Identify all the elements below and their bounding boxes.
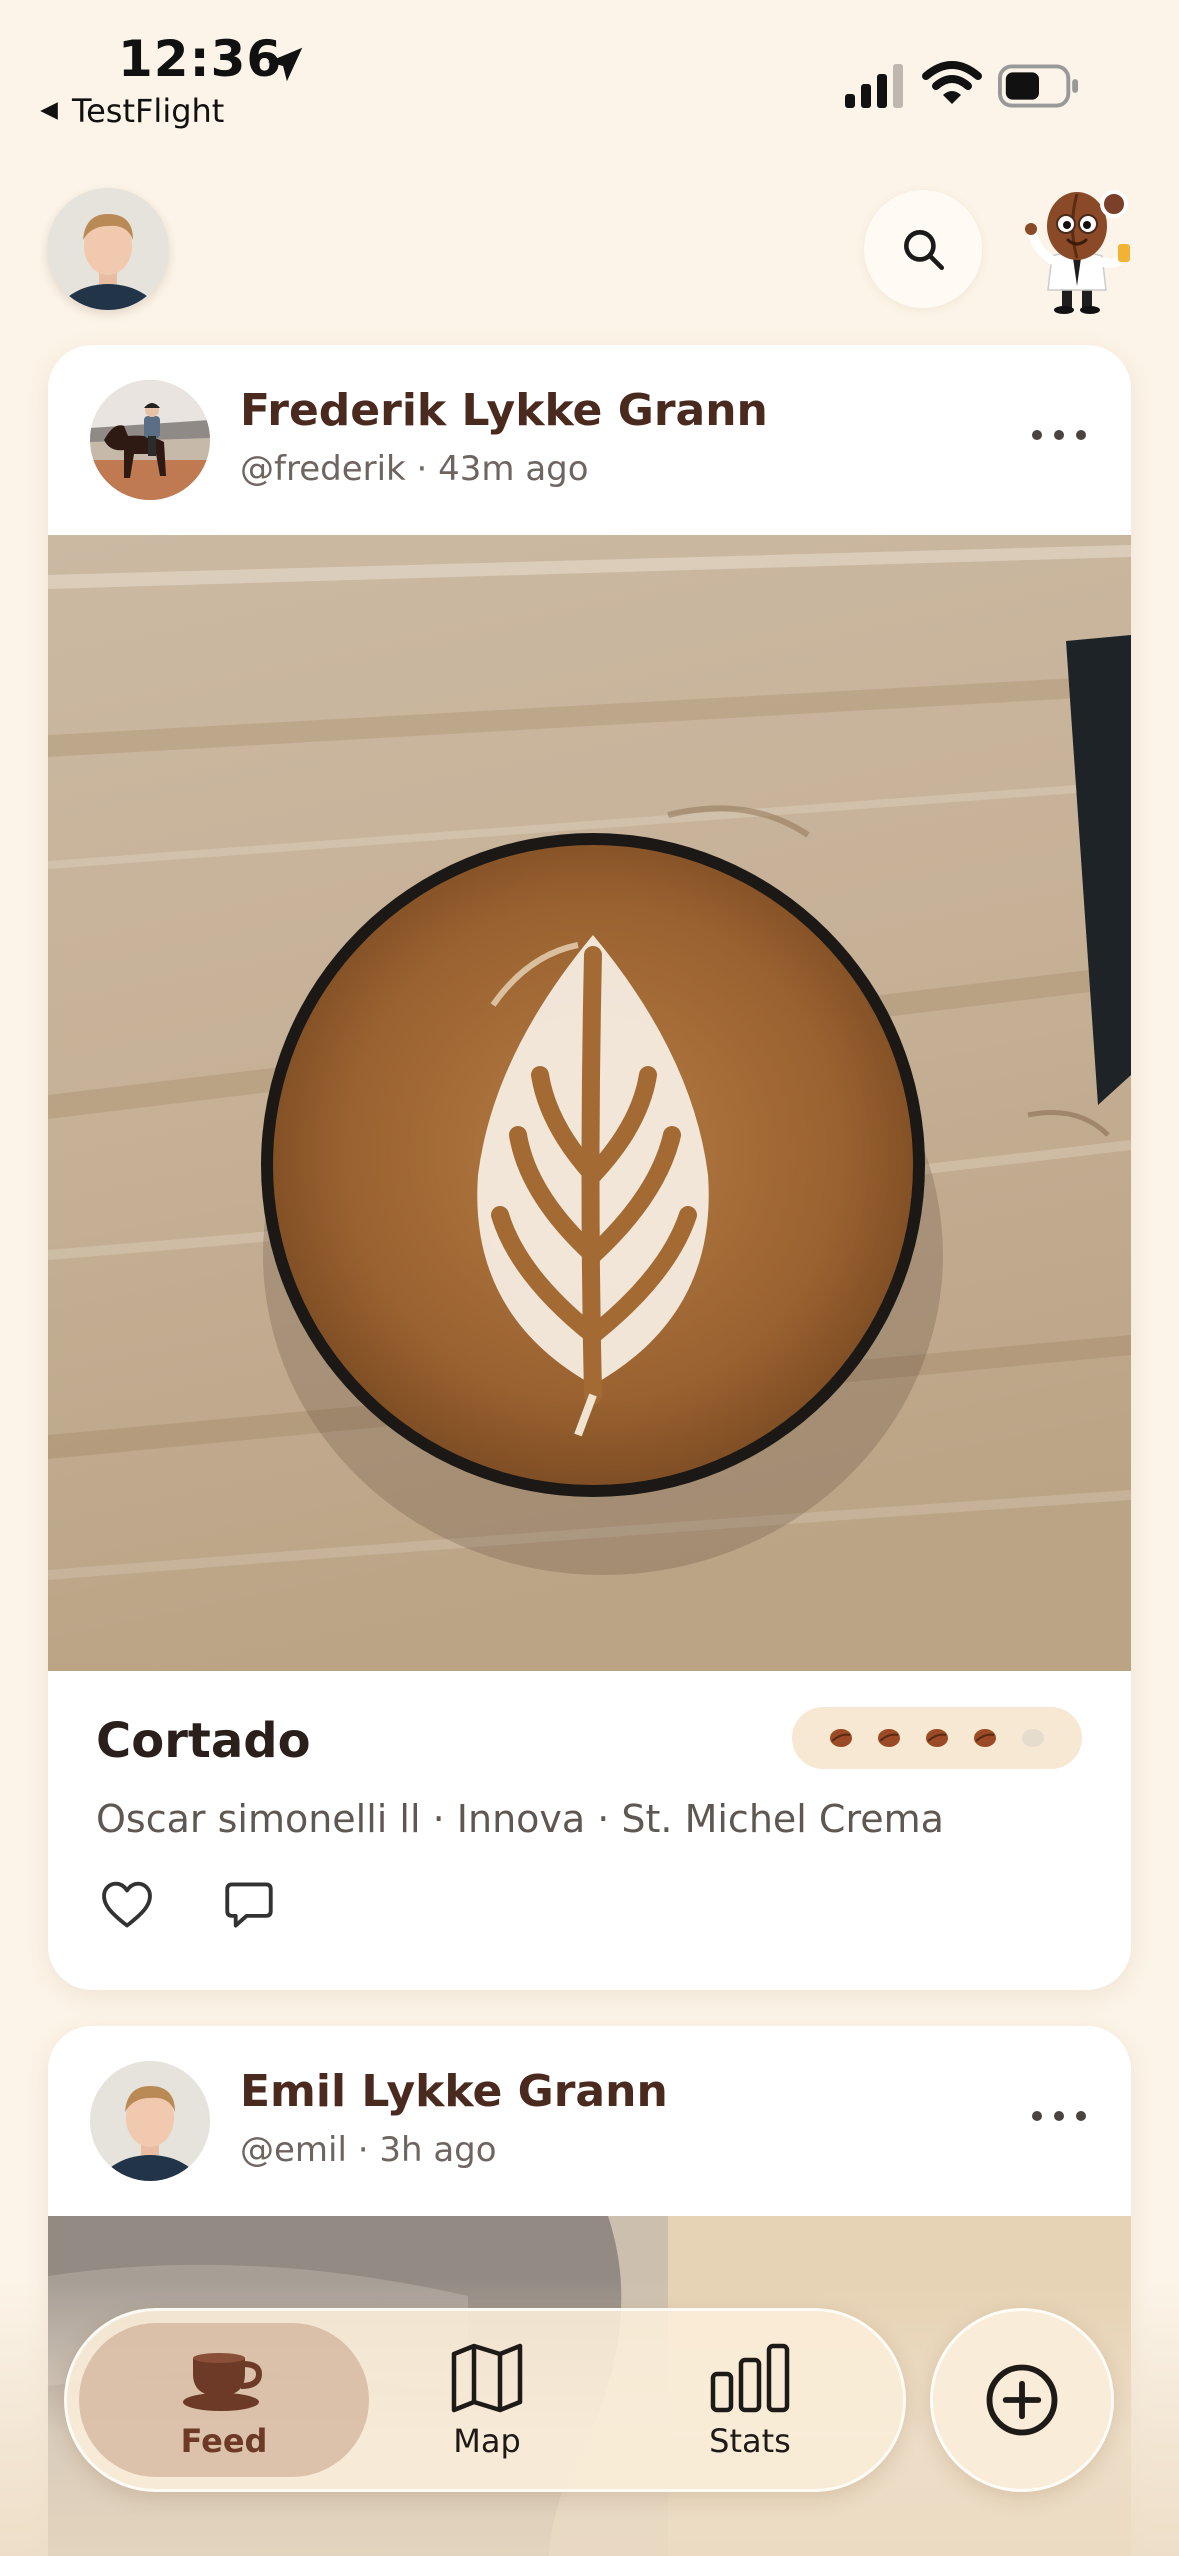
comment-icon[interactable]	[218, 1876, 280, 1934]
tab-stats[interactable]: Stats	[620, 2311, 880, 2489]
location-arrow-icon	[267, 47, 303, 82]
heart-icon[interactable]	[96, 1876, 158, 1934]
back-to-testflight[interactable]: TestFlight	[38, 92, 224, 130]
tab-bar: Feed Map Stats	[64, 2308, 906, 2492]
post-header: Frederik Lykke Grann @frederik · 43m ago	[48, 345, 1131, 535]
tab-label: Stats	[709, 2422, 791, 2460]
status-time: 12:36	[118, 30, 283, 88]
post-meta: @emil · 3h ago	[240, 2130, 497, 2170]
profile-avatar[interactable]	[47, 188, 169, 310]
post-photo[interactable]	[48, 535, 1131, 1671]
author-avatar[interactable]	[90, 380, 210, 500]
coffee-bean-filled-icon	[830, 1729, 852, 1747]
cellular-signal-icon	[845, 64, 903, 108]
back-app-label: TestFlight	[72, 92, 225, 130]
coffee-cup-icon	[183, 2353, 263, 2411]
drink-name: Cortado	[96, 1713, 311, 1769]
more-options-icon[interactable]	[1029, 423, 1089, 447]
more-options-icon[interactable]	[1029, 2104, 1089, 2128]
author-name[interactable]: Frederik Lykke Grann	[240, 385, 768, 436]
author-name[interactable]: Emil Lykke Grann	[240, 2066, 668, 2117]
author-avatar[interactable]	[90, 2061, 210, 2181]
search-button[interactable]	[864, 190, 982, 308]
author-avatar-image	[90, 380, 210, 500]
coffee-bean-filled-icon	[878, 1729, 900, 1747]
plus-circle-icon	[986, 2364, 1058, 2436]
add-post-button[interactable]	[930, 2308, 1114, 2492]
status-bar: 12:36 TestFlight	[0, 0, 1179, 140]
post-footer: Cortado Oscar simonelli ll · Innova · St…	[48, 1671, 1131, 1990]
search-icon	[904, 230, 945, 271]
bean-rating	[792, 1707, 1082, 1769]
author-avatar-image	[90, 2061, 210, 2181]
post-header: Emil Lykke Grann @emil · 3h ago	[48, 2026, 1131, 2216]
coffee-bean-filled-icon	[974, 1729, 996, 1747]
drink-details: Oscar simonelli ll · Innova · St. Michel…	[96, 1797, 944, 1841]
tab-map[interactable]: Map	[357, 2311, 617, 2489]
map-icon	[451, 2343, 523, 2413]
post-meta: @frederik · 43m ago	[240, 449, 589, 489]
battery-icon	[998, 64, 1079, 108]
notification-badge	[1100, 190, 1128, 218]
tab-label: Feed	[180, 2422, 268, 2460]
wifi-icon	[922, 61, 982, 104]
feed-post: Frederik Lykke Grann @frederik · 43m ago	[48, 345, 1131, 1990]
bar-chart-icon	[710, 2343, 790, 2413]
coffee-bean-empty-icon	[1022, 1729, 1044, 1747]
tab-label: Map	[453, 2422, 521, 2460]
profile-avatar-image	[47, 188, 169, 310]
coffee-bean-filled-icon	[926, 1729, 948, 1747]
back-triangle-icon	[40, 102, 58, 120]
tab-feed[interactable]: Feed	[94, 2311, 354, 2489]
